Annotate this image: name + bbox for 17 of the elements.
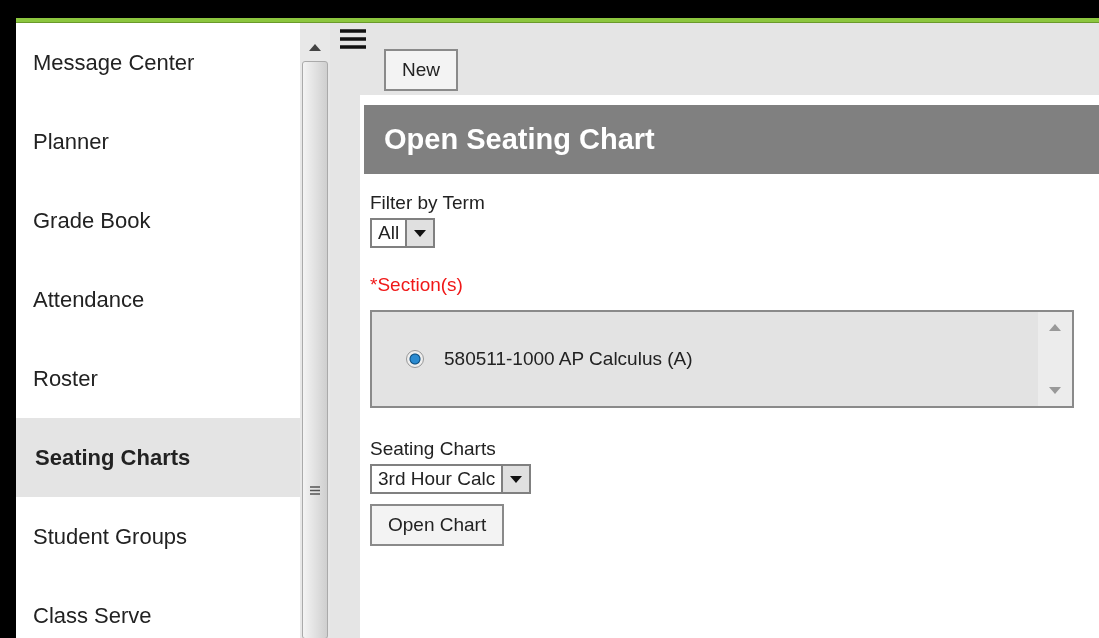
seating-charts-label: Seating Charts [370, 438, 496, 460]
term-dropdown[interactable]: All [370, 218, 436, 248]
radio-button[interactable] [406, 350, 424, 368]
sidebar-item[interactable]: Seating Charts [16, 418, 300, 497]
new-button[interactable]: New [384, 49, 458, 91]
menu-icon[interactable] [340, 29, 366, 49]
section-option: 580511-1000 AP Calculus (A) [444, 348, 693, 370]
caret-icon[interactable] [510, 475, 523, 483]
filter-label: Filter by Term [370, 192, 485, 214]
open-chart-button[interactable]: Open Chart [370, 504, 505, 546]
caret-icon[interactable] [414, 229, 427, 237]
scroll-up-icon[interactable] [309, 44, 321, 51]
seating-chart-dropdown[interactable]: 3rd Hour Calc [370, 464, 532, 494]
sections-label: *Section(s) [370, 274, 463, 296]
panel-title: Open Seating Chart [364, 105, 1099, 174]
scrollbar-thumb[interactable] [302, 61, 328, 638]
grip-icon [310, 485, 320, 495]
